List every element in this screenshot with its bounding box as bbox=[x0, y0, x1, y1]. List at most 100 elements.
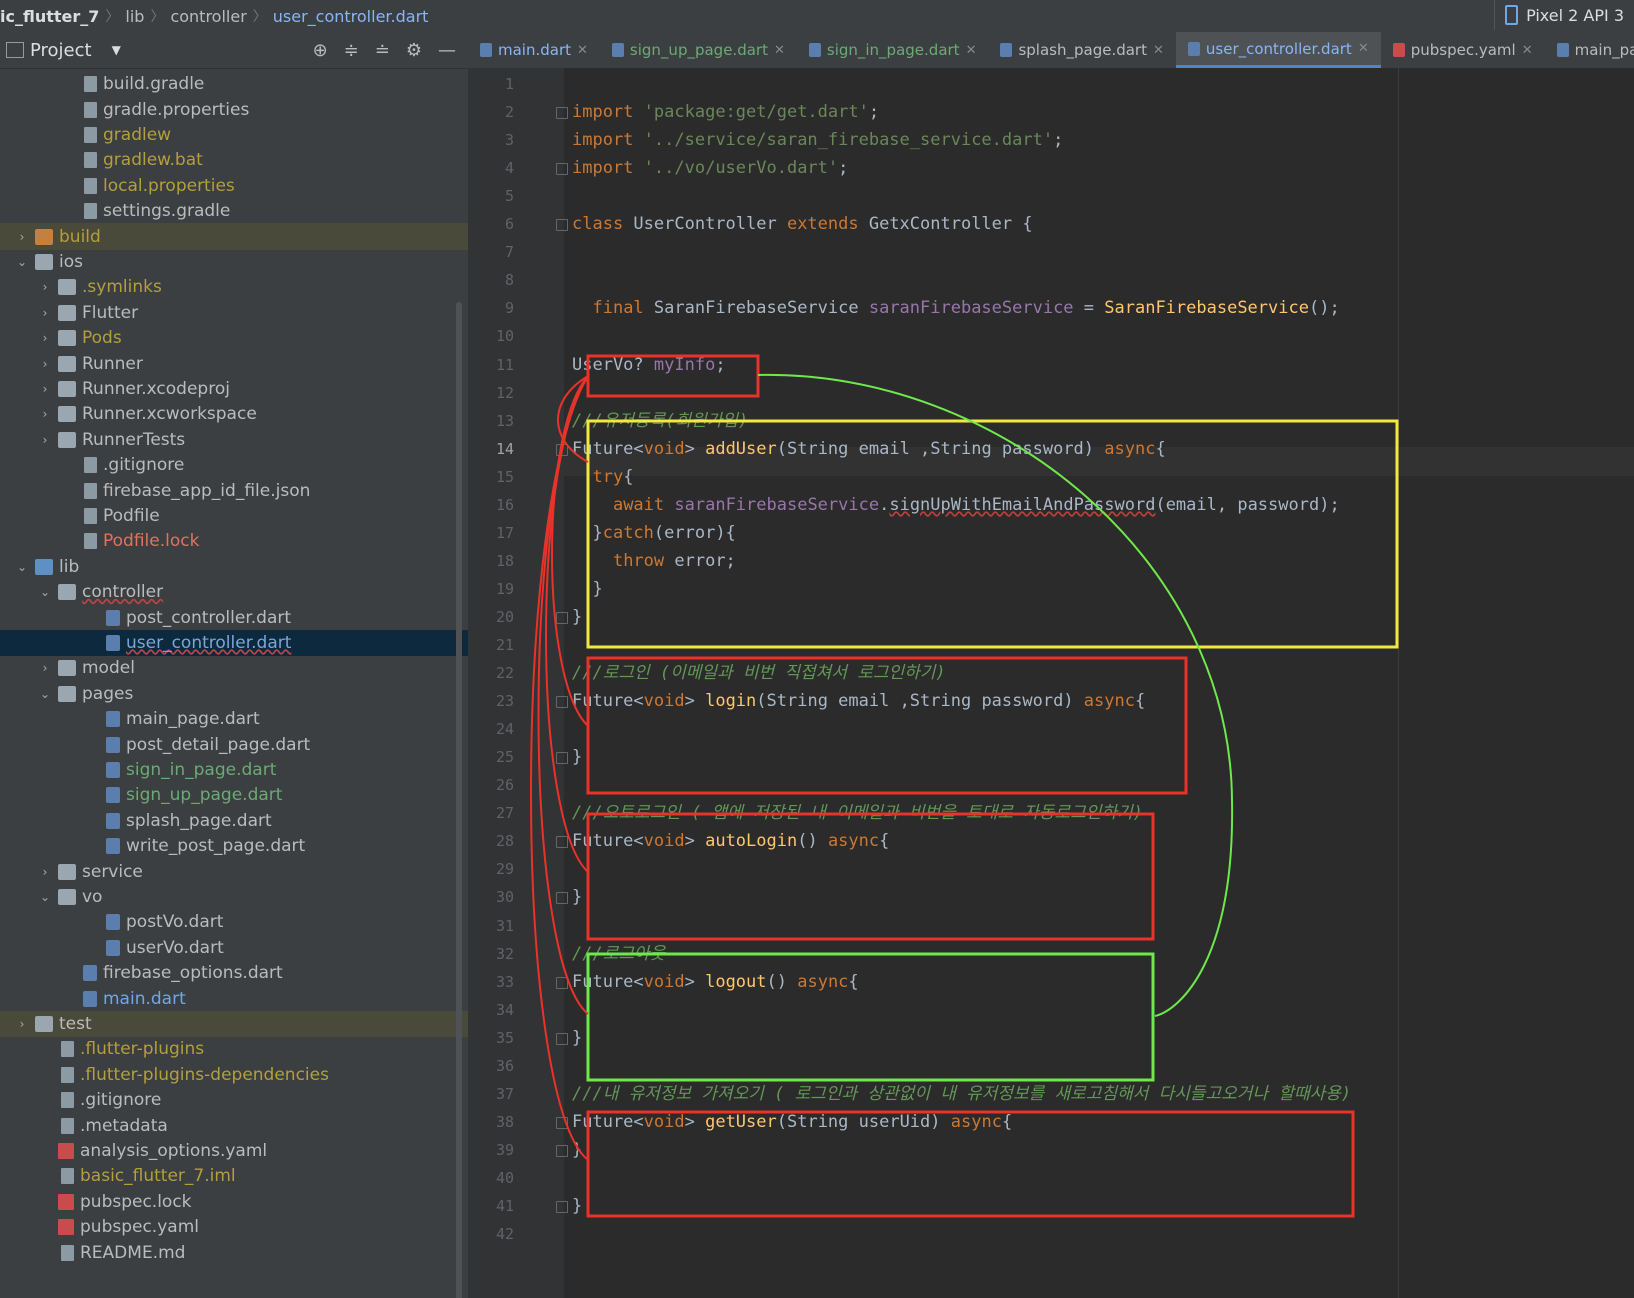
code-line[interactable]: Future<void> autoLogin() async{ bbox=[572, 827, 889, 856]
tree-item[interactable]: gradlew bbox=[0, 122, 468, 149]
close-icon[interactable]: ✕ bbox=[966, 43, 977, 58]
code-line[interactable]: import '../service/saran_firebase_servic… bbox=[572, 126, 1063, 155]
code-line[interactable]: } bbox=[572, 1024, 582, 1053]
tree-item[interactable]: › .symlinks bbox=[0, 274, 468, 301]
tab-splash-page-dart[interactable]: splash_page.dart ✕ bbox=[988, 32, 1175, 68]
fold-marker-icon[interactable] bbox=[556, 1032, 568, 1045]
chevron-right-icon[interactable]: › bbox=[38, 331, 52, 345]
code-line[interactable]: ///로그아웃 bbox=[572, 940, 665, 969]
close-icon[interactable]: ✕ bbox=[1358, 41, 1369, 56]
tree-item[interactable]: postVo.dart bbox=[0, 909, 468, 936]
code-line[interactable]: } bbox=[572, 1192, 582, 1221]
chevron-down-icon[interactable]: ⌄ bbox=[15, 560, 29, 574]
tab-user-controller-dart[interactable]: user_controller.dart ✕ bbox=[1175, 32, 1381, 68]
tree-item[interactable]: .gitignore bbox=[0, 1087, 468, 1114]
chevron-down-icon[interactable]: ▼ bbox=[112, 43, 121, 57]
chevron-down-icon[interactable]: ⌄ bbox=[15, 255, 29, 269]
tree-item[interactable]: › Flutter bbox=[0, 300, 468, 327]
tree-item[interactable]: › model bbox=[0, 655, 468, 682]
code-line[interactable]: } bbox=[572, 743, 582, 772]
locate-icon[interactable]: ⊕ bbox=[313, 40, 328, 61]
close-icon[interactable]: ✕ bbox=[577, 43, 588, 58]
breadcrumb-controller[interactable]: controller bbox=[164, 7, 252, 26]
code-line[interactable]: ///로그인 (이메일과 비번 직접쳐서 로그인하기) bbox=[572, 659, 946, 688]
tree-item[interactable]: basic_flutter_7.iml bbox=[0, 1163, 468, 1190]
tree-item[interactable]: sign_up_page.dart bbox=[0, 782, 468, 809]
tree-item[interactable]: gradle.properties bbox=[0, 96, 468, 123]
chevron-down-icon[interactable]: ⌄ bbox=[38, 687, 52, 701]
tree-item[interactable]: ⌄ pages bbox=[0, 681, 468, 708]
code-line[interactable]: import '../vo/userVo.dart'; bbox=[572, 154, 848, 183]
fold-marker-icon[interactable] bbox=[556, 752, 568, 765]
chevron-right-icon[interactable]: › bbox=[38, 661, 52, 675]
code-line[interactable]: ///오토로그인 ( 앱에 저장된 내 이메일과 비번을 토대로 자동로그인하기… bbox=[572, 799, 1143, 828]
chevron-down-icon[interactable]: ⌄ bbox=[38, 890, 52, 904]
tree-item[interactable]: main.dart bbox=[0, 985, 468, 1012]
expand-all-icon[interactable]: ≑ bbox=[344, 40, 359, 61]
code-line[interactable]: Future<void> addUser(String email ,Strin… bbox=[572, 435, 1166, 464]
tree-item[interactable]: .flutter-plugins-dependencies bbox=[0, 1062, 468, 1089]
tree-item[interactable]: › test bbox=[0, 1010, 468, 1038]
tree-item[interactable]: › build bbox=[0, 223, 468, 250]
tree-item[interactable]: post_detail_page.dart bbox=[0, 731, 468, 758]
fold-marker-icon[interactable] bbox=[556, 1116, 568, 1129]
tree-item[interactable]: › Runner bbox=[0, 350, 468, 377]
gear-icon[interactable]: ⚙ bbox=[406, 40, 422, 61]
chevron-right-icon[interactable]: › bbox=[15, 1017, 29, 1031]
code-line[interactable]: } bbox=[572, 883, 582, 912]
close-icon[interactable]: ✕ bbox=[1522, 43, 1533, 58]
fold-marker-icon[interactable] bbox=[556, 611, 568, 624]
chevron-down-icon[interactable]: ⌄ bbox=[38, 585, 52, 599]
chevron-right-icon[interactable]: › bbox=[38, 433, 52, 447]
fold-marker-icon[interactable] bbox=[556, 163, 568, 176]
tree-item[interactable]: main_page.dart bbox=[0, 706, 468, 733]
tree-item[interactable]: firebase_options.dart bbox=[0, 960, 468, 987]
tree-item[interactable]: sign_in_page.dart bbox=[0, 757, 468, 784]
chevron-right-icon[interactable]: › bbox=[38, 382, 52, 396]
code-line[interactable]: Future<void> login(String email ,String … bbox=[572, 687, 1145, 716]
tree-item[interactable]: › Pods bbox=[0, 325, 468, 352]
tab-main-pa[interactable]: main_pa bbox=[1545, 32, 1634, 68]
tree-item[interactable]: ⌄ ios bbox=[0, 249, 468, 276]
code-line[interactable]: ///유저등록(회원가입) bbox=[572, 407, 748, 436]
close-icon[interactable]: ✕ bbox=[774, 43, 785, 58]
fold-marker-icon[interactable] bbox=[556, 443, 568, 456]
close-icon[interactable]: ✕ bbox=[1153, 43, 1164, 58]
breadcrumb-file[interactable]: user_controller.dart bbox=[267, 7, 435, 26]
tab-main-dart[interactable]: main.dart ✕ bbox=[468, 32, 600, 68]
fold-marker-icon[interactable] bbox=[556, 219, 568, 232]
tab-sign-up-page-dart[interactable]: sign_up_page.dart ✕ bbox=[600, 32, 797, 68]
tree-item[interactable]: .flutter-plugins bbox=[0, 1036, 468, 1063]
tree-item[interactable]: write_post_page.dart bbox=[0, 833, 468, 860]
tree-item[interactable]: gradlew.bat bbox=[0, 147, 468, 174]
chevron-right-icon[interactable]: › bbox=[38, 357, 52, 371]
tab-sign-in-page-dart[interactable]: sign_in_page.dart ✕ bbox=[797, 32, 989, 68]
code-line[interactable]: import 'package:get/get.dart'; bbox=[572, 98, 879, 127]
collapse-all-icon[interactable]: ≐ bbox=[375, 40, 390, 61]
code-line[interactable]: }catch(error){ bbox=[572, 519, 735, 548]
code-line[interactable]: } bbox=[572, 603, 582, 632]
tree-item[interactable]: .metadata bbox=[0, 1112, 468, 1139]
tree-item[interactable]: splash_page.dart bbox=[0, 808, 468, 835]
tree-item[interactable]: user_controller.dart bbox=[0, 629, 468, 657]
chevron-right-icon[interactable]: › bbox=[38, 407, 52, 421]
chevron-right-icon[interactable]: › bbox=[38, 865, 52, 879]
code-line[interactable]: Future<void> getUser(String userUid) asy… bbox=[572, 1108, 1012, 1137]
tree-item[interactable]: pubspec.lock bbox=[0, 1189, 468, 1216]
tree-item[interactable]: README.md bbox=[0, 1239, 468, 1266]
fold-marker-icon[interactable] bbox=[556, 976, 568, 989]
code-line[interactable]: class UserController extends GetxControl… bbox=[572, 210, 1033, 239]
tree-item[interactable]: build.gradle bbox=[0, 71, 468, 98]
code-line[interactable]: Future<void> logout() async{ bbox=[572, 968, 859, 997]
fold-marker-icon[interactable] bbox=[556, 892, 568, 905]
fold-marker-icon[interactable] bbox=[556, 836, 568, 849]
tree-item[interactable]: › RunnerTests bbox=[0, 427, 468, 454]
breadcrumb-project[interactable]: ic_flutter_7 bbox=[0, 7, 105, 26]
chevron-right-icon[interactable]: › bbox=[38, 306, 52, 320]
tree-item[interactable]: local.properties bbox=[0, 173, 468, 200]
tree-item[interactable]: › Runner.xcodeproj bbox=[0, 376, 468, 403]
tree-item[interactable]: ⌄ lib bbox=[0, 554, 468, 581]
code-line[interactable]: final SaranFirebaseService saranFirebase… bbox=[572, 294, 1339, 323]
tree-item[interactable]: pubspec.yaml bbox=[0, 1214, 468, 1241]
tree-item[interactable]: firebase_app_id_file.json bbox=[0, 477, 468, 504]
